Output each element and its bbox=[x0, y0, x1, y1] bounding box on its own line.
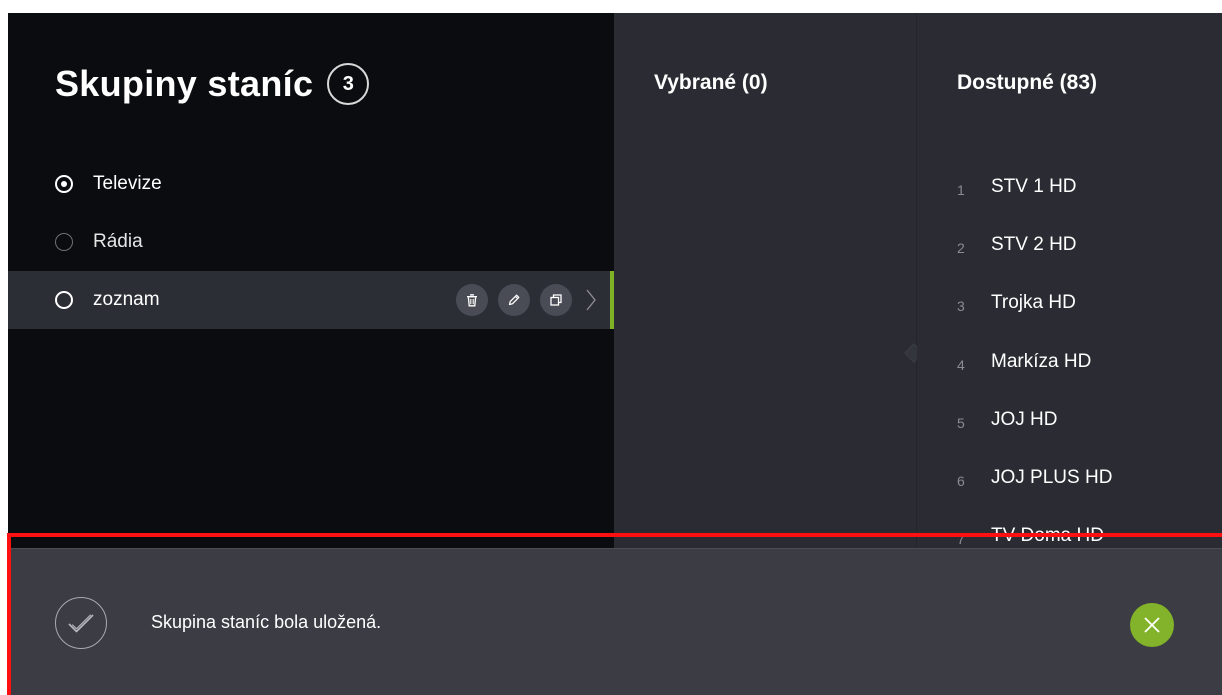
copy-icon bbox=[550, 294, 562, 306]
channel-item[interactable]: 2 STV 2 HD bbox=[957, 216, 1112, 274]
channel-number: 7 bbox=[957, 531, 965, 548]
channel-number: 4 bbox=[957, 356, 965, 373]
close-icon bbox=[1144, 617, 1160, 633]
channel-number: 3 bbox=[957, 298, 965, 315]
channel-item[interactable]: 5 JOJ HD bbox=[957, 391, 1112, 449]
group-label: Rádia bbox=[93, 231, 143, 252]
trash-icon bbox=[467, 294, 477, 307]
chevron-right-icon bbox=[586, 289, 596, 311]
group-label: zoznam bbox=[93, 289, 160, 310]
channel-number: 6 bbox=[957, 473, 965, 490]
app-screen: Skupiny staníc 3 Televize Rádia zoznam V… bbox=[8, 13, 1222, 695]
available-channels-panel: Dostupné (83) 1 STV 1 HD 2 STV 2 HD 3 Tr… bbox=[917, 13, 1222, 548]
group-item-zoznam[interactable]: zoznam bbox=[8, 271, 614, 329]
group-count-badge: 3 bbox=[327, 63, 370, 105]
copy-button[interactable] bbox=[540, 284, 572, 316]
radio-empty-icon[interactable] bbox=[55, 291, 73, 309]
channel-number: 5 bbox=[957, 414, 965, 431]
available-header: Dostupné (83) bbox=[957, 71, 1098, 94]
group-label: Televize bbox=[93, 173, 162, 194]
channel-item[interactable]: 4 Markíza HD bbox=[957, 333, 1112, 391]
close-notification-button[interactable] bbox=[1130, 603, 1174, 647]
channel-item[interactable]: 3 Trojka HD bbox=[957, 274, 1112, 332]
channel-name: JOJ HD bbox=[991, 408, 1058, 430]
group-list: Televize Rádia zoznam bbox=[8, 155, 614, 329]
page-title: Skupiny staníc bbox=[55, 63, 314, 104]
channel-name: STV 1 HD bbox=[991, 176, 1077, 198]
selected-channels-panel: Vybrané (0) bbox=[614, 13, 916, 548]
group-item-radia[interactable]: Rádia bbox=[8, 213, 614, 271]
channel-name: Trojka HD bbox=[991, 292, 1076, 314]
channel-item[interactable]: 1 STV 1 HD bbox=[957, 158, 1112, 216]
open-group-button[interactable] bbox=[584, 288, 598, 312]
check-circle-icon bbox=[55, 597, 107, 649]
group-actions bbox=[456, 271, 598, 329]
pencil-icon bbox=[508, 294, 520, 306]
channel-number: 2 bbox=[957, 240, 965, 257]
channel-name: Markíza HD bbox=[991, 350, 1092, 372]
delete-button[interactable] bbox=[456, 284, 488, 316]
groups-panel: Skupiny staníc 3 Televize Rádia zoznam bbox=[8, 13, 614, 548]
selected-header: Vybrané (0) bbox=[654, 71, 768, 94]
channel-number: 1 bbox=[957, 182, 965, 199]
page-header: Skupiny staníc 3 bbox=[55, 63, 370, 105]
radio-selected-icon[interactable] bbox=[55, 175, 73, 193]
save-notification: Skupina staníc bola uložená. bbox=[8, 548, 1222, 695]
notification-message: Skupina staníc bola uložená. bbox=[151, 612, 382, 632]
group-item-televize[interactable]: Televize bbox=[8, 155, 614, 213]
channel-name: TV Doma HD bbox=[991, 525, 1104, 547]
channel-item[interactable]: 6 JOJ PLUS HD bbox=[957, 449, 1112, 507]
channel-name: JOJ PLUS HD bbox=[991, 467, 1113, 489]
edit-button[interactable] bbox=[498, 284, 530, 316]
radio-empty-icon[interactable] bbox=[55, 233, 73, 251]
channel-list: 1 STV 1 HD 2 STV 2 HD 3 Trojka HD 4 Mark… bbox=[957, 158, 1112, 565]
channel-name: STV 2 HD bbox=[991, 234, 1077, 256]
